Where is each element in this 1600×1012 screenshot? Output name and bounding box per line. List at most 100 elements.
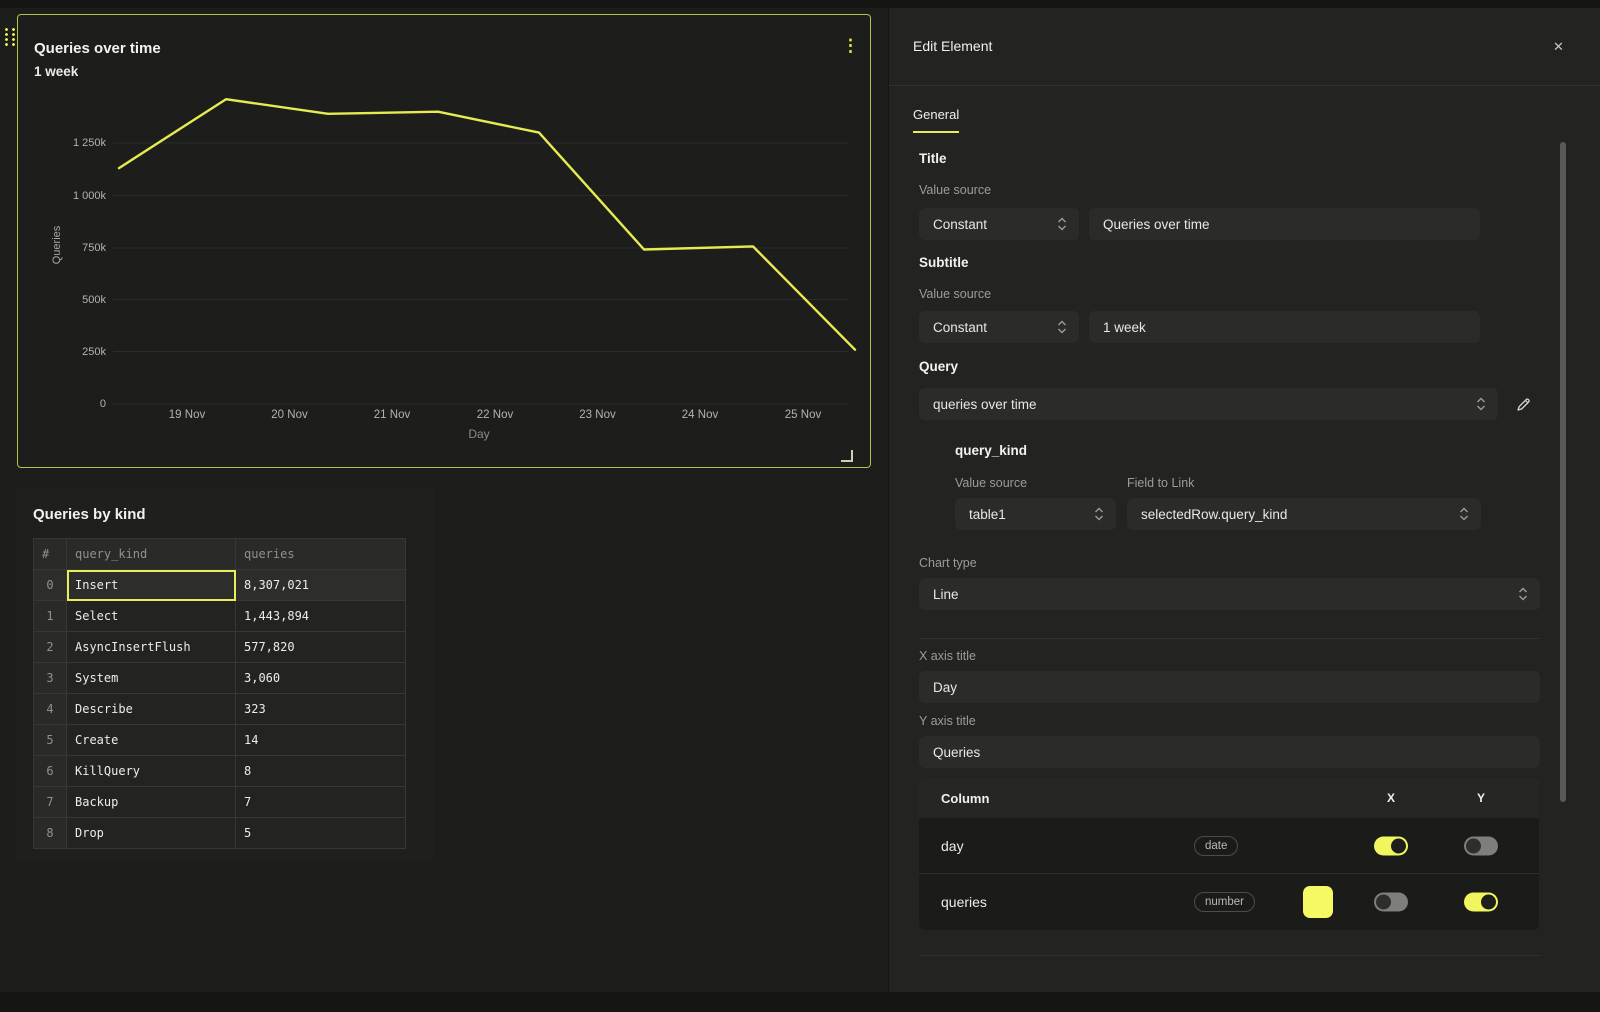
series-color-swatch[interactable]	[1303, 886, 1333, 918]
table-row[interactable]: 2AsyncInsertFlush577,820	[34, 632, 406, 663]
toggle-knob	[1391, 838, 1406, 853]
chevron-updown-icon	[1057, 217, 1067, 231]
title-source-select[interactable]: Constant	[919, 208, 1079, 240]
table-row[interactable]: 5Create14	[34, 725, 406, 756]
edit-query-button[interactable]	[1511, 392, 1535, 416]
query-kind-cell[interactable]: Drop	[67, 818, 236, 849]
query-select[interactable]: queries over time	[919, 388, 1498, 420]
query-kind-source-select[interactable]: table1	[955, 498, 1116, 530]
queries-value-cell[interactable]: 1,443,894	[236, 601, 406, 632]
drag-handle-icon[interactable]	[3, 27, 16, 47]
row-index-cell: 8	[34, 818, 67, 849]
field-to-link-select[interactable]: selectedRow.query_kind	[1127, 498, 1481, 530]
query-kind-cell[interactable]: Describe	[67, 694, 236, 725]
chevron-updown-icon	[1459, 507, 1469, 521]
chart-type-label: Chart type	[919, 555, 977, 571]
query-kind-cell[interactable]: AsyncInsertFlush	[67, 632, 236, 663]
chart-type-select[interactable]: Line	[919, 578, 1540, 610]
y-axis-title-input[interactable]: Queries	[919, 736, 1540, 768]
table-row[interactable]: 0Insert8,307,021	[34, 570, 406, 601]
chevron-updown-icon	[1476, 397, 1486, 411]
table-column-header: queries	[236, 539, 406, 570]
chevron-updown-icon	[1094, 507, 1104, 521]
gridlines	[113, 143, 848, 404]
subtitle-value-input[interactable]: 1 week	[1089, 311, 1480, 343]
x-tick-label: 19 Nov	[155, 408, 219, 422]
y-tick-label: 1 000k	[54, 189, 106, 203]
table-row[interactable]: 8Drop5	[34, 818, 406, 849]
table-title: Queries by kind	[33, 506, 146, 523]
close-icon[interactable]: ✕	[1553, 39, 1564, 55]
queries-value-cell[interactable]: 3,060	[236, 663, 406, 694]
resize-handle-icon[interactable]	[841, 450, 853, 462]
query-kind-cell[interactable]: Insert	[67, 570, 236, 601]
table-column-header: #	[34, 539, 67, 570]
row-index-cell: 7	[34, 787, 67, 818]
subtitle-source-value: Constant	[933, 320, 987, 335]
query-kind-cell[interactable]: Backup	[67, 787, 236, 818]
title-value-input[interactable]: Queries over time	[1089, 208, 1480, 240]
chart-type-value: Line	[933, 587, 959, 602]
query-kind-cell[interactable]: Select	[67, 601, 236, 632]
column-name: day	[941, 838, 964, 854]
table-row[interactable]: 3System3,060	[34, 663, 406, 694]
table-row[interactable]: 4Describe323	[34, 694, 406, 725]
section-heading-title: Title	[919, 151, 947, 167]
x-tick-label: 23 Nov	[566, 408, 630, 422]
queries-value-cell[interactable]: 323	[236, 694, 406, 725]
chart-card-queries-over-time[interactable]: ⋮ Queries over time 1 week Queries 1 250…	[17, 14, 871, 468]
queries-value-cell[interactable]: 7	[236, 787, 406, 818]
queries-line-series	[119, 99, 855, 350]
query-select-value: queries over time	[933, 397, 1037, 412]
chevron-updown-icon	[1518, 587, 1528, 601]
x-header-label: X	[1374, 791, 1408, 805]
x-toggle[interactable]	[1374, 893, 1408, 912]
line-chart-plot	[18, 15, 870, 467]
y-toggle[interactable]	[1464, 836, 1498, 855]
columns-config-table: Column X Y day date queries number	[919, 778, 1539, 930]
x-toggle[interactable]	[1374, 836, 1408, 855]
y-tick-label: 250k	[54, 345, 106, 359]
queries-value-cell[interactable]: 14	[236, 725, 406, 756]
row-index-cell: 1	[34, 601, 67, 632]
subtitle-source-select[interactable]: Constant	[919, 311, 1079, 343]
column-header-label: Column	[941, 791, 989, 806]
x-axis-title: Day	[449, 427, 509, 441]
queries-value-cell[interactable]: 8	[236, 756, 406, 787]
value-source-label: Value source	[919, 286, 991, 302]
query-kind-cell[interactable]: Create	[67, 725, 236, 756]
row-index-cell: 0	[34, 570, 67, 601]
table-card-queries-by-kind[interactable]: Queries by kind #query_kindqueries 0Inse…	[16, 487, 434, 862]
x-axis-title-input[interactable]: Day	[919, 671, 1540, 703]
queries-value-cell[interactable]: 5	[236, 818, 406, 849]
row-index-cell: 3	[34, 663, 67, 694]
table-header-row: #query_kindqueries	[34, 539, 406, 570]
queries-value-cell[interactable]: 8,307,021	[236, 570, 406, 601]
panel-title: Edit Element	[913, 38, 992, 54]
query-kind-source-value: table1	[969, 507, 1006, 522]
table-row[interactable]: 7Backup7	[34, 787, 406, 818]
queries-by-kind-table: #query_kindqueries 0Insert8,307,0211Sele…	[33, 538, 406, 849]
queries-value-cell[interactable]: 577,820	[236, 632, 406, 663]
edit-element-panel: Edit Element ✕ General Title Value sourc…	[888, 8, 1600, 992]
field-to-link-value: selectedRow.query_kind	[1141, 507, 1287, 522]
y-toggle[interactable]	[1464, 893, 1498, 912]
toggle-knob	[1466, 838, 1481, 853]
table-row[interactable]: 6KillQuery8	[34, 756, 406, 787]
row-index-cell: 4	[34, 694, 67, 725]
subtitle-value-text: 1 week	[1103, 320, 1146, 335]
query-kind-cell[interactable]: KillQuery	[67, 756, 236, 787]
column-row-queries: queries number	[919, 873, 1539, 930]
tab-general[interactable]: General	[913, 107, 959, 133]
panel-scrollbar[interactable]	[1560, 142, 1566, 802]
x-axis-title-label: X axis title	[919, 648, 976, 664]
type-badge: number	[1194, 892, 1255, 912]
column-row-day: day date	[919, 818, 1539, 873]
x-tick-label: 24 Nov	[668, 408, 732, 422]
dashboard-app: ⋮ Queries over time 1 week Queries 1 250…	[0, 0, 1600, 1012]
table-row[interactable]: 1Select1,443,894	[34, 601, 406, 632]
value-source-label: Value source	[919, 182, 991, 198]
title-source-value: Constant	[933, 217, 987, 232]
query-kind-cell[interactable]: System	[67, 663, 236, 694]
chevron-updown-icon	[1057, 320, 1067, 334]
